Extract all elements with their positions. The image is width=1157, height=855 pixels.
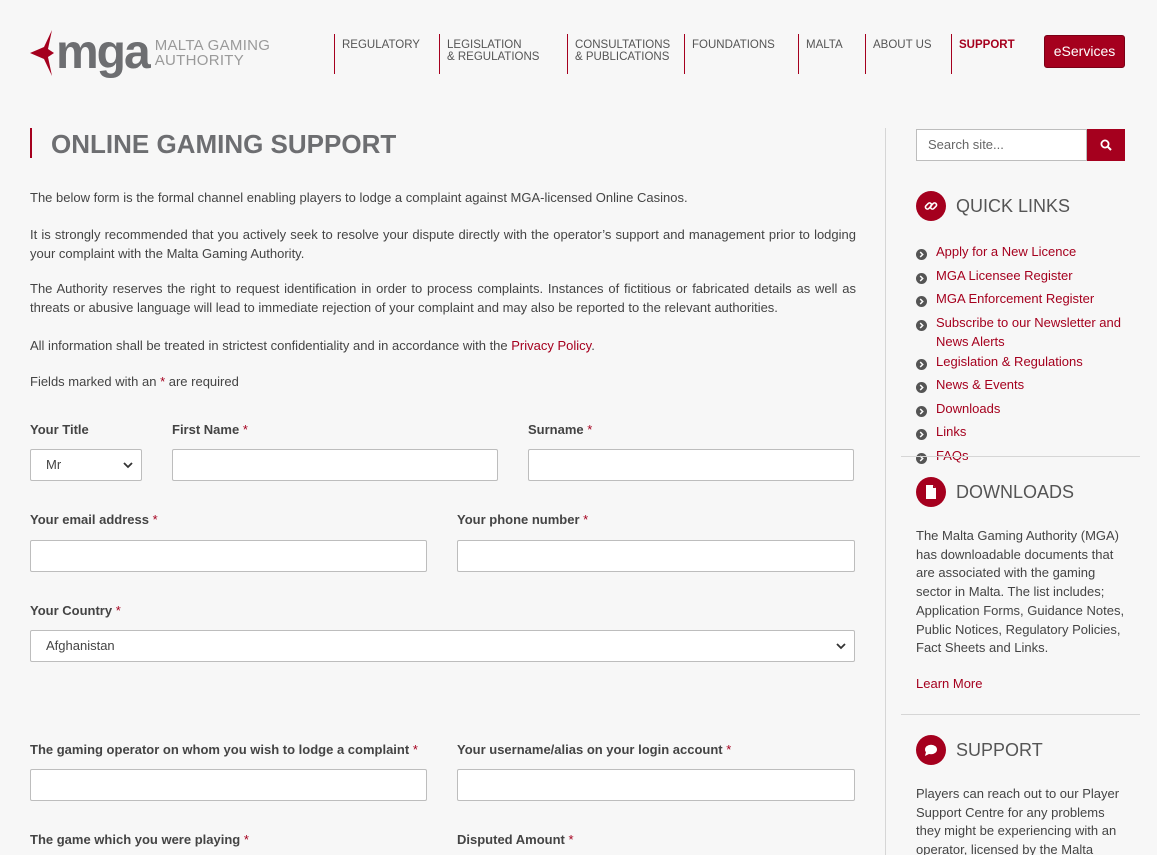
logo-text: MALTA GAMING AUTHORITY (154, 37, 271, 69)
main-nav: REGULATORY LEGISLATION & REGULATIONS CONS… (334, 34, 1031, 74)
surname-label: Surname * (528, 422, 593, 437)
first-name-input[interactable] (172, 449, 498, 481)
link-icon (916, 191, 946, 221)
sidebar-separator (901, 456, 1140, 457)
required-note: Fields marked with an * are required (30, 374, 239, 389)
chevron-right-circle-icon (916, 319, 927, 331)
search-icon (1100, 139, 1112, 151)
chevron-right-circle-icon (916, 429, 927, 440)
country-select[interactable]: Afghanistan (30, 630, 855, 662)
username-label: Your username/alias on your login accoun… (457, 742, 732, 757)
chevron-right-circle-icon (916, 296, 927, 307)
list-item[interactable]: Apply for a New Licence (916, 242, 1131, 266)
list-item[interactable]: News & Events (916, 375, 1131, 399)
email-input[interactable] (30, 540, 427, 572)
nav-legislation[interactable]: LEGISLATION & REGULATIONS (439, 34, 567, 74)
downloads-text: The Malta Gaming Authority (MGA) has dow… (916, 528, 1125, 656)
country-label: Your Country * (30, 603, 121, 618)
page-title: ONLINE GAMING SUPPORT (30, 128, 856, 159)
learn-more-link[interactable]: Learn More (916, 676, 982, 691)
chevron-down-icon (836, 643, 846, 650)
logo-star-icon (30, 30, 54, 76)
title-select[interactable]: Mr (30, 449, 142, 481)
chevron-right-circle-icon (916, 272, 927, 284)
chat-bubble-icon (916, 735, 946, 765)
list-item[interactable]: MGA Licensee Register (916, 266, 1131, 290)
support-text: Players can reach out to our Player Supp… (916, 786, 1120, 855)
surname-input[interactable] (528, 449, 854, 481)
support-heading: SUPPORT (916, 735, 1043, 765)
email-label: Your email address * (30, 512, 158, 527)
chevron-right-circle-icon (916, 249, 927, 260)
eservices-button[interactable]: eServices (1044, 35, 1125, 68)
sidebar-separator (901, 714, 1140, 715)
confidentiality-paragraph: All information shall be treated in stri… (30, 338, 595, 353)
nav-support[interactable]: SUPPORT (951, 34, 1031, 74)
chevron-right-circle-icon (916, 405, 927, 417)
disputed-amount-label: Disputed Amount * (457, 832, 574, 847)
list-item[interactable]: Legislation & Regulations (916, 352, 1131, 376)
title-label: Your Title (30, 422, 89, 437)
nav-consultations[interactable]: CONSULTATIONS & PUBLICATIONS (567, 34, 684, 74)
intro-paragraph: The below form is the formal channel ena… (30, 190, 688, 205)
chevron-right-circle-icon (916, 358, 927, 370)
downloads-heading: DOWNLOADS (916, 477, 1074, 507)
operator-input[interactable] (30, 769, 427, 801)
search-input[interactable]: Search site... (916, 129, 1087, 161)
recommendation-paragraph: It is strongly recommended that you acti… (30, 227, 856, 261)
mga-logo[interactable]: mga MALTA GAMING AUTHORITY (30, 28, 270, 78)
list-item[interactable]: Downloads (916, 399, 1131, 423)
quick-links-list: Apply for a New Licence MGA Licensee Reg… (916, 242, 1131, 469)
phone-input[interactable] (457, 540, 855, 572)
sidebar-divider (885, 128, 886, 855)
username-input[interactable] (457, 769, 855, 801)
chevron-right-circle-icon (916, 382, 927, 393)
list-item[interactable]: Links (916, 422, 1131, 446)
nav-about-us[interactable]: ABOUT US (865, 34, 951, 74)
list-item[interactable]: MGA Enforcement Register (916, 289, 1131, 313)
nav-malta[interactable]: MALTA (798, 34, 865, 74)
logo-mark: mga (56, 26, 151, 79)
privacy-policy-link[interactable]: Privacy Policy (511, 338, 591, 353)
nav-foundations[interactable]: FOUNDATIONS (684, 34, 798, 74)
main-content: ONLINE GAMING SUPPORT (30, 128, 856, 159)
search-button[interactable] (1087, 129, 1125, 161)
list-item[interactable]: FAQs (916, 446, 1131, 470)
operator-label: The gaming operator on whom you wish to … (30, 742, 418, 757)
nav-regulatory[interactable]: REGULATORY (334, 34, 439, 74)
phone-label: Your phone number * (457, 512, 589, 527)
chevron-down-icon (123, 462, 133, 469)
authority-paragraph: The Authority reserves the right to requ… (30, 281, 856, 315)
chevron-right-circle-icon (916, 452, 927, 464)
quick-links-heading: QUICK LINKS (916, 191, 1070, 221)
main-body: The below form is the formal channel ena… (30, 188, 856, 855)
game-label: The game which you were playing * (30, 832, 249, 847)
document-icon (916, 477, 946, 507)
first-name-label: First Name * (172, 422, 248, 437)
list-item[interactable]: Subscribe to our Newsletter and News Ale… (916, 313, 1131, 352)
